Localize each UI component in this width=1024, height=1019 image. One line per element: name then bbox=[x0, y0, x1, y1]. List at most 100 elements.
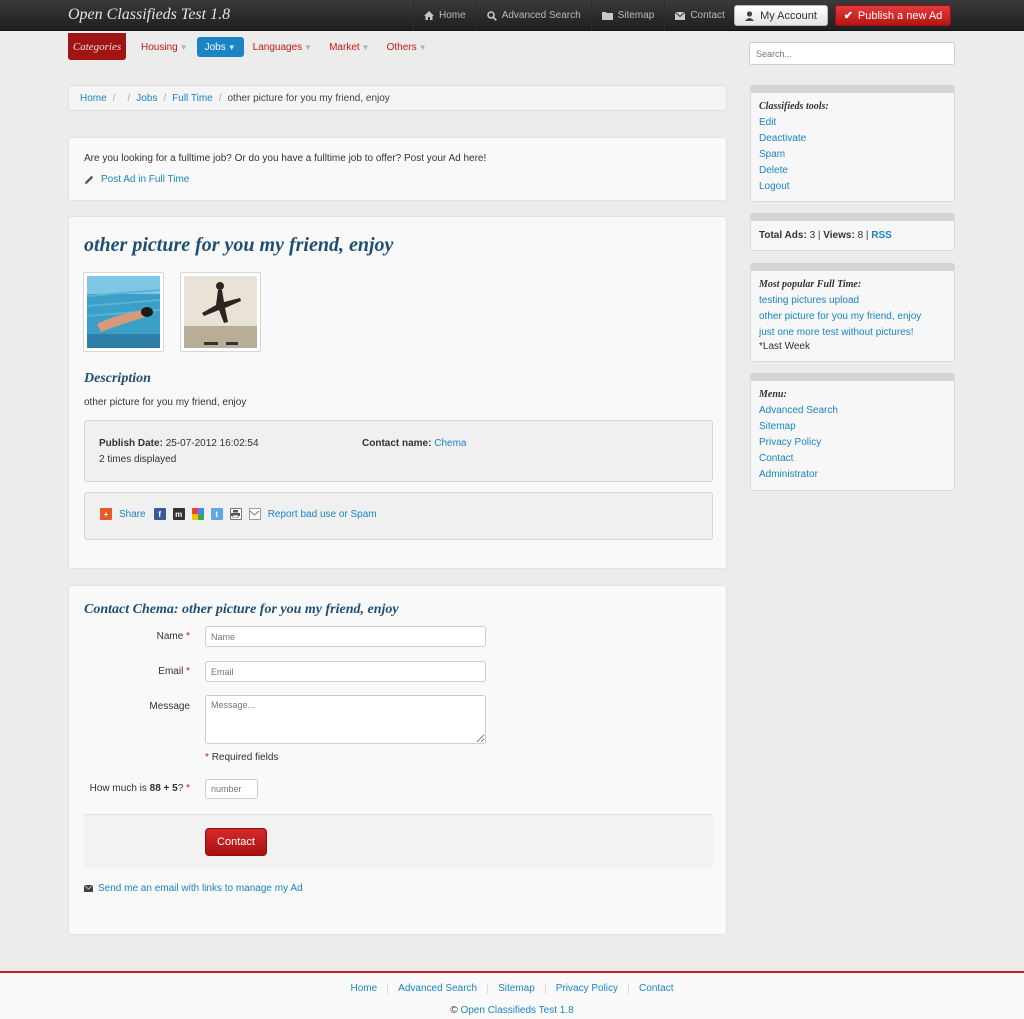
google-icon[interactable] bbox=[191, 508, 204, 520]
caret-down-icon: ▼ bbox=[418, 42, 427, 52]
nav-home[interactable]: Home bbox=[413, 0, 476, 31]
popular-ad-link[interactable]: just one more test without pictures! bbox=[759, 327, 914, 338]
menu-administrator-link[interactable]: Administrator bbox=[759, 469, 818, 480]
category-label: Housing bbox=[141, 41, 178, 53]
post-ad-label: Post Ad in Full Time bbox=[101, 174, 190, 185]
menu-privacy-policy-link[interactable]: Privacy Policy bbox=[759, 437, 821, 448]
my-account-button[interactable]: My Account bbox=[734, 5, 828, 26]
stats-widget: Total Ads: 3 | Views: 8 | RSS bbox=[750, 213, 955, 251]
nav-advanced-search[interactable]: Advanced Search bbox=[475, 0, 591, 31]
footer-privacy-policy-link[interactable]: Privacy Policy bbox=[544, 983, 628, 994]
description-heading: Description bbox=[84, 371, 151, 386]
share-link[interactable]: Share bbox=[119, 509, 146, 520]
footer-sitemap-link[interactable]: Sitemap bbox=[487, 983, 545, 994]
report-spam-link[interactable]: Report bad use or Spam bbox=[268, 509, 377, 520]
popular-period-note: *Last Week bbox=[759, 341, 810, 352]
myspace-icon[interactable]: m bbox=[172, 508, 185, 520]
name-field[interactable] bbox=[205, 626, 486, 647]
message-field[interactable] bbox=[205, 695, 486, 744]
tool-edit-link[interactable]: Edit bbox=[759, 117, 776, 128]
top-navbar: Open Classifieds Test 1.8 Home Advanced … bbox=[0, 0, 1024, 31]
share-box: + Share f m t Report bad use or Spam bbox=[84, 492, 713, 540]
breadcrumb-current: other picture for you my friend, enjoy bbox=[227, 92, 390, 104]
total-ads-value: 3 bbox=[809, 230, 816, 241]
popular-ad-link[interactable]: testing pictures upload bbox=[759, 295, 859, 306]
publish-date-value: 25-07-2012 16:02:54 bbox=[165, 438, 259, 449]
breadcrumb-separator: / bbox=[112, 92, 116, 104]
menu-advanced-search-link[interactable]: Advanced Search bbox=[759, 405, 838, 416]
menu-heading: Menu: bbox=[759, 389, 787, 400]
twitter-icon[interactable]: t bbox=[210, 508, 223, 520]
nav-advanced-search-label: Advanced Search bbox=[501, 10, 581, 21]
category-label: Others bbox=[386, 41, 417, 53]
footer-home-link[interactable]: Home bbox=[340, 983, 387, 994]
breadcrumb-fulltime[interactable]: Full Time bbox=[172, 93, 213, 104]
tool-logout-link[interactable]: Logout bbox=[759, 181, 790, 192]
ad-detail-panel: other picture for you my friend, enjoy D… bbox=[68, 216, 727, 569]
copyright-symbol: © bbox=[450, 1005, 458, 1016]
category-housing[interactable]: Housing ▼ bbox=[133, 37, 196, 57]
stats-line: Total Ads: 3 | Views: 8 | RSS bbox=[759, 230, 892, 241]
tool-deactivate-link[interactable]: Deactivate bbox=[759, 133, 806, 144]
category-market[interactable]: Market ▼ bbox=[321, 37, 377, 57]
brand-title[interactable]: Open Classifieds Test 1.8 bbox=[68, 6, 230, 24]
popular-ads-widget: Most popular Full Time: testing pictures… bbox=[750, 263, 955, 362]
views-value: 8 bbox=[857, 230, 864, 241]
tool-delete-link[interactable]: Delete bbox=[759, 165, 788, 176]
category-others[interactable]: Others ▼ bbox=[379, 37, 435, 57]
search-input[interactable] bbox=[749, 42, 955, 65]
publish-ad-button[interactable]: ✔ Publish a new Ad bbox=[835, 5, 951, 26]
breadcrumb-separator: / bbox=[218, 92, 222, 104]
category-languages[interactable]: Languages ▼ bbox=[245, 37, 320, 57]
category-nav: Housing ▼ Jobs ▼ Languages ▼ Market ▼ Others… bbox=[133, 37, 436, 57]
tool-spam-link[interactable]: Spam bbox=[759, 149, 785, 160]
caret-down-icon: ▼ bbox=[304, 42, 313, 52]
post-ad-link[interactable]: Post Ad in Full Time bbox=[84, 174, 189, 185]
footer-contact-link[interactable]: Contact bbox=[628, 983, 683, 994]
category-jobs[interactable]: Jobs ▼ bbox=[196, 37, 244, 57]
nav-contact[interactable]: Contact bbox=[664, 0, 734, 31]
user-icon bbox=[745, 10, 755, 21]
top-nav: Home Advanced Search Sitemap Contact bbox=[413, 0, 735, 31]
breadcrumb-separator: / bbox=[127, 92, 131, 104]
envelope-icon bbox=[84, 885, 93, 892]
form-actions: Contact bbox=[84, 814, 713, 868]
pencil-icon bbox=[85, 175, 94, 184]
email-icon[interactable] bbox=[248, 508, 261, 520]
popular-ad-link[interactable]: other picture for you my friend, enjoy bbox=[759, 311, 921, 322]
captcha-label: How much is 88 + 5? * bbox=[89, 783, 190, 794]
footer-advanced-search-link[interactable]: Advanced Search bbox=[387, 983, 487, 994]
categories-label[interactable]: Categories bbox=[68, 33, 126, 60]
caret-down-icon: ▼ bbox=[361, 42, 370, 52]
ad-thumbnail-1[interactable] bbox=[83, 272, 164, 352]
facebook-icon[interactable]: f bbox=[153, 508, 166, 520]
publish-date: Publish Date: 25-07-2012 16:02:54 bbox=[99, 438, 259, 449]
rss-link[interactable]: RSS bbox=[871, 230, 892, 241]
print-icon[interactable] bbox=[229, 508, 242, 520]
menu-contact-link[interactable]: Contact bbox=[759, 453, 793, 464]
breadcrumb-home[interactable]: Home bbox=[80, 93, 107, 104]
popular-heading: Most popular Full Time: bbox=[759, 279, 862, 290]
breadcrumb-jobs[interactable]: Jobs bbox=[136, 93, 157, 104]
manage-ad-email-label: Send me an email with links to manage my… bbox=[98, 883, 303, 894]
captcha-input[interactable] bbox=[205, 779, 258, 799]
nav-sitemap[interactable]: Sitemap bbox=[590, 0, 665, 31]
ad-thumbnail-2[interactable] bbox=[180, 272, 261, 352]
plus-icon: + bbox=[100, 508, 112, 520]
view-count: 2 times displayed bbox=[99, 454, 177, 465]
manage-ad-email-link[interactable]: Send me an email with links to manage my… bbox=[84, 883, 303, 894]
contact-name: Contact name: Chema bbox=[362, 438, 466, 449]
folder-icon bbox=[601, 12, 613, 20]
copyright-link[interactable]: Open Classifieds Test 1.8 bbox=[460, 1005, 573, 1016]
jumper-photo bbox=[184, 276, 257, 348]
contact-submit-button[interactable]: Contact bbox=[205, 828, 267, 856]
email-field[interactable] bbox=[205, 661, 486, 682]
category-label: Languages bbox=[252, 41, 303, 53]
search-icon bbox=[486, 10, 497, 21]
category-intro-text: Are you looking for a fulltime job? Or d… bbox=[84, 153, 487, 164]
category-label: Jobs bbox=[204, 41, 226, 53]
menu-sitemap-link[interactable]: Sitemap bbox=[759, 421, 796, 432]
name-field-label: Name * bbox=[156, 631, 190, 642]
category-label: Market bbox=[329, 41, 360, 53]
contact-name-link[interactable]: Chema bbox=[434, 438, 466, 449]
